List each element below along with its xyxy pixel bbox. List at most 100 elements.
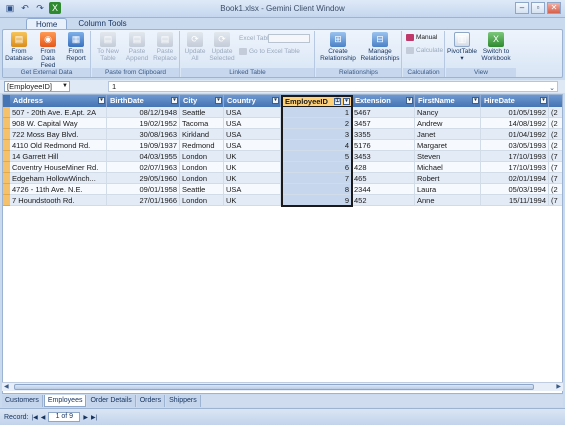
sheet-tab-shippers[interactable]: Shippers [166, 395, 201, 407]
cell-employeeid[interactable]: 3 [281, 129, 352, 140]
sheet-tab-employees[interactable]: Employees [43, 395, 87, 407]
cell-city[interactable]: Redmond [180, 140, 224, 151]
cell-city[interactable]: London [180, 162, 224, 173]
cell-firstname[interactable]: Laura [415, 184, 481, 195]
last-record-icon[interactable]: ▶| [91, 414, 97, 421]
cell-employeeid[interactable]: 9 [281, 195, 352, 206]
filter-dropdown-icon[interactable]: ▾ [472, 97, 479, 104]
cell-hiredate[interactable]: 01/05/1992 [481, 107, 549, 118]
select-all-corner[interactable] [3, 95, 10, 107]
table-row[interactable]: 4110 Old Redmond Rd. 19/09/1937 Redmond USA… [3, 140, 562, 151]
cell-employeeid[interactable]: 2 [281, 118, 352, 129]
cell-address[interactable]: 507 - 20th Ave. E.Apt. 2A [10, 107, 107, 118]
cell-address[interactable]: 4726 - 11th Ave. N.E. [10, 184, 107, 195]
cell-next[interactable]: (2 [549, 140, 562, 151]
cell-hiredate[interactable]: 14/08/1992 [481, 118, 549, 129]
from-database-button[interactable]: ▤ From Database [5, 32, 33, 62]
cell-country[interactable]: USA [224, 129, 281, 140]
paste-append-button[interactable]: ▤ Paste Append [123, 32, 151, 62]
cell-next[interactable]: (2 [549, 107, 562, 118]
cell-country[interactable]: UK [224, 195, 281, 206]
manage-relationships-button[interactable]: ⊟ Manage Relationships [359, 32, 401, 62]
calculate-button[interactable]: Calculate [406, 47, 443, 54]
first-record-icon[interactable]: |◀ [32, 414, 38, 421]
cell-address[interactable]: Edgeham HollowWinch... [10, 173, 107, 184]
cell-extension[interactable]: 3453 [352, 151, 415, 162]
from-data-feed-button[interactable]: ◉ From Data Feed [34, 32, 62, 69]
cell-city[interactable]: London [180, 195, 224, 206]
cell-extension[interactable]: 428 [352, 162, 415, 173]
minimize-button[interactable]: – [515, 2, 529, 14]
row-selector[interactable] [3, 118, 10, 129]
cell-extension[interactable]: 2344 [352, 184, 415, 195]
cell-extension[interactable]: 5467 [352, 107, 415, 118]
cell-birthdate[interactable]: 19/09/1937 [107, 140, 180, 151]
cell-firstname[interactable]: Michael [415, 162, 481, 173]
cell-birthdate[interactable]: 04/03/1955 [107, 151, 180, 162]
filter-dropdown-icon[interactable]: ▾ [343, 98, 350, 105]
column-header-city[interactable]: City ▾ [180, 95, 224, 107]
cell-next[interactable]: (7 [549, 173, 562, 184]
create-relationship-button[interactable]: ⊞ Create Relationship [317, 32, 359, 62]
cell-birthdate[interactable]: 09/01/1958 [107, 184, 180, 195]
cell-employeeid[interactable]: 4 [281, 140, 352, 151]
table-row[interactable]: Edgeham HollowWinch... 29/05/1960 London UK… [3, 173, 562, 184]
cell-extension[interactable]: 465 [352, 173, 415, 184]
column-header-country[interactable]: Country ▾ [224, 95, 281, 107]
formula-input[interactable]: 1 ⌄ [108, 81, 558, 92]
cell-city[interactable]: Tacoma [180, 118, 224, 129]
cell-birthdate[interactable]: 30/08/1963 [107, 129, 180, 140]
cell-hiredate[interactable]: 03/05/1993 [481, 140, 549, 151]
cell-birthdate[interactable]: 08/12/1948 [107, 107, 180, 118]
cell-city[interactable]: Kirkland [180, 129, 224, 140]
maximize-button[interactable]: ▫ [531, 2, 545, 14]
table-row[interactable]: 507 - 20th Ave. E.Apt. 2A 08/12/1948 Seatt… [3, 107, 562, 118]
cell-firstname[interactable]: Anne [415, 195, 481, 206]
sheet-tab-order-details[interactable]: Order Details [87, 395, 136, 407]
column-header-address[interactable]: Address ▾ [10, 95, 107, 107]
row-selector[interactable] [3, 184, 10, 195]
paste-replace-button[interactable]: ▤ Paste Replace [151, 32, 179, 62]
cell-employeeid[interactable]: 6 [281, 162, 352, 173]
cell-next[interactable]: (7 [549, 151, 562, 162]
cell-extension[interactable]: 3457 [352, 118, 415, 129]
scroll-right-icon[interactable]: ▶ [556, 383, 561, 390]
cell-firstname[interactable]: Steven [415, 151, 481, 162]
close-button[interactable]: ✕ [547, 2, 561, 14]
cell-next[interactable]: (2 [549, 129, 562, 140]
column-header-employeeid[interactable]: EmployeeID ⚿ ▾ [281, 95, 352, 107]
excel-table-dropdown[interactable] [268, 34, 310, 43]
filter-dropdown-icon[interactable]: ▾ [98, 97, 105, 104]
cell-extension[interactable]: 452 [352, 195, 415, 206]
filter-dropdown-icon[interactable]: ▾ [540, 97, 547, 104]
column-header-birthdate[interactable]: BirthDate ▾ [107, 95, 180, 107]
cell-employeeid[interactable]: 8 [281, 184, 352, 195]
cell-address[interactable]: 7 Houndstooth Rd. [10, 195, 107, 206]
row-selector[interactable] [3, 129, 10, 140]
cell-employeeid[interactable]: 7 [281, 173, 352, 184]
sheet-tab-orders[interactable]: Orders [136, 395, 166, 407]
pivottable-button[interactable]: ▥ PivotTable ▾ [447, 32, 477, 62]
expand-formula-icon[interactable]: ⌄ [549, 84, 555, 93]
cell-address[interactable]: 722 Moss Bay Blvd. [10, 129, 107, 140]
paste-to-new-table-button[interactable]: ▤ To New Table [94, 32, 122, 62]
cell-next[interactable]: (2 [549, 118, 562, 129]
next-record-icon[interactable]: ▶ [83, 414, 88, 421]
cell-hiredate[interactable]: 17/10/1993 [481, 162, 549, 173]
cell-employeeid[interactable]: 1 [281, 107, 352, 118]
filter-dropdown-icon[interactable]: ▾ [272, 97, 279, 104]
cell-firstname[interactable]: Janet [415, 129, 481, 140]
chevron-down-icon[interactable]: ▼ [62, 82, 68, 91]
go-to-excel-table-button[interactable]: Go to Excel Table [239, 48, 300, 55]
cell-firstname[interactable]: Margaret [415, 140, 481, 151]
cell-city[interactable]: London [180, 173, 224, 184]
filter-dropdown-icon[interactable]: ▾ [215, 97, 222, 104]
cell-country[interactable]: USA [224, 107, 281, 118]
update-all-button[interactable]: ⟳ Update All [183, 32, 207, 62]
row-selector[interactable] [3, 151, 10, 162]
cell-next[interactable]: (7 [549, 162, 562, 173]
column-header-firstname[interactable]: FirstName ▾ [415, 95, 481, 107]
cell-birthdate[interactable]: 02/07/1963 [107, 162, 180, 173]
cell-address[interactable]: 4110 Old Redmond Rd. [10, 140, 107, 151]
cell-next[interactable]: (7 [549, 195, 562, 206]
